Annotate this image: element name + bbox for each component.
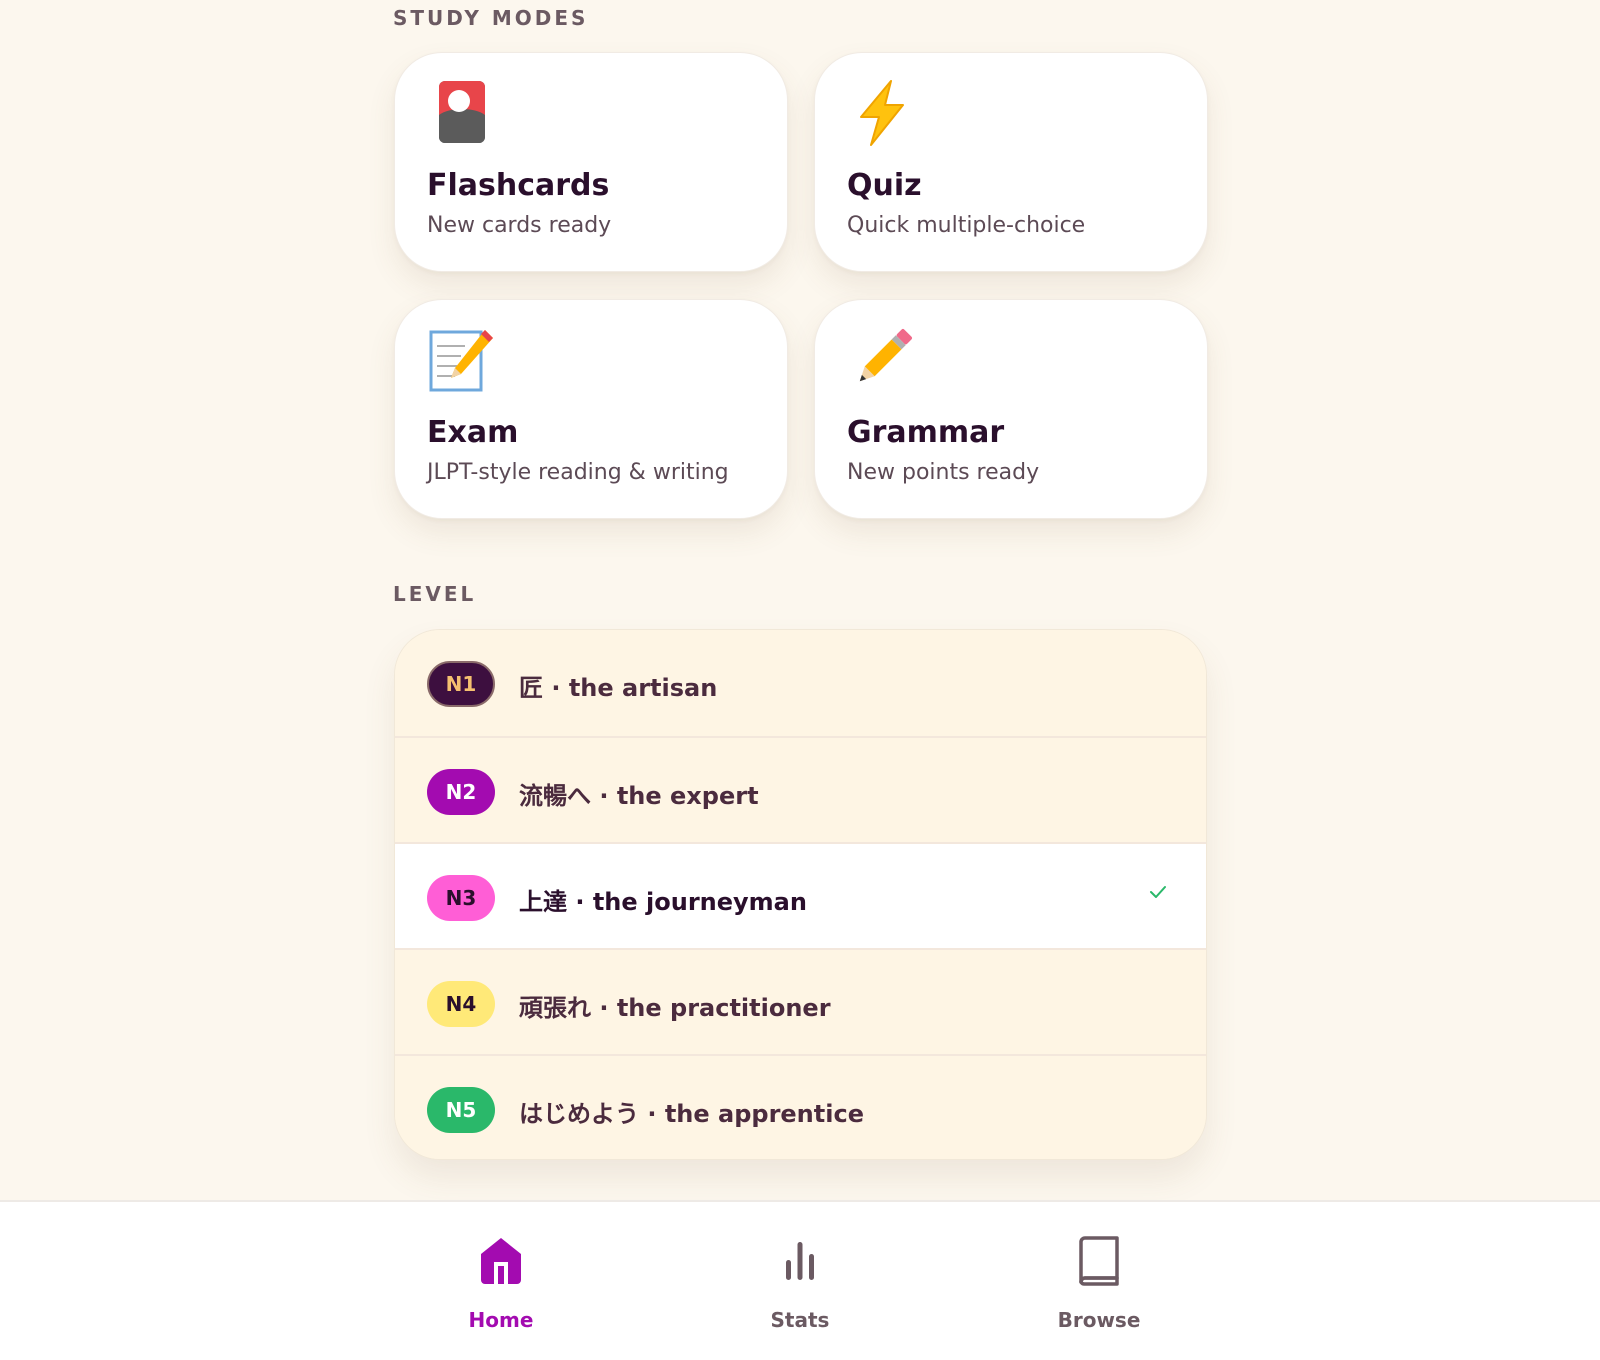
- level-badge: N5: [427, 1087, 495, 1133]
- level-list: N1 匠 · the artisan N2 流暢へ · the expert N…: [394, 629, 1207, 1160]
- level-badge: N3: [427, 875, 495, 921]
- bottom-nav: Home Stats Browse: [0, 1200, 1600, 1360]
- mode-title: Exam: [427, 415, 519, 450]
- memo-icon: [429, 330, 493, 392]
- nav-home[interactable]: Home: [431, 1232, 571, 1342]
- study-modes-heading: STUDY MODES: [393, 6, 589, 30]
- level-badge: N1: [427, 661, 495, 707]
- mode-subtitle: New cards ready: [427, 213, 612, 238]
- level-label: はじめよう · the apprentice: [519, 1100, 864, 1128]
- mode-title: Quiz: [847, 168, 922, 203]
- pencil-icon: [859, 329, 912, 382]
- check-icon: [1150, 886, 1166, 898]
- nav-label-home: Home: [468, 1308, 534, 1332]
- level-row-n2[interactable]: N2 流暢へ · the expert: [395, 736, 1206, 842]
- level-label: 流暢へ · the expert: [519, 782, 759, 810]
- nav-label-browse: Browse: [1057, 1308, 1141, 1332]
- bar-chart-icon: [786, 1242, 814, 1280]
- level-badge: N2: [427, 769, 495, 815]
- nav-label-stats: Stats: [770, 1308, 830, 1332]
- grammar-card[interactable]: Grammar New points ready: [814, 299, 1208, 519]
- exam-card[interactable]: Exam JLPT-style reading & writing: [394, 299, 788, 519]
- level-row-n5[interactable]: N5 はじめよう · the apprentice: [395, 1054, 1206, 1159]
- flashcards-card[interactable]: Flashcards New cards ready: [394, 52, 788, 272]
- mode-title: Flashcards: [427, 168, 610, 203]
- quiz-card[interactable]: Quiz Quick multiple-choice: [814, 52, 1208, 272]
- level-label: 頑張れ · the practitioner: [519, 994, 831, 1022]
- level-label: 上達 · the journeyman: [519, 888, 807, 916]
- level-badge: N4: [427, 981, 495, 1027]
- level-label: 匠 · the artisan: [519, 674, 718, 702]
- level-row-n3[interactable]: N3 上達 · the journeyman: [395, 842, 1206, 948]
- mode-subtitle: JLPT-style reading & writing: [427, 460, 729, 485]
- level-row-n4[interactable]: N4 頑張れ · the practitioner: [395, 948, 1206, 1054]
- nav-stats[interactable]: Stats: [730, 1232, 870, 1342]
- nav-browse[interactable]: Browse: [1029, 1232, 1169, 1342]
- mode-subtitle: Quick multiple-choice: [847, 213, 1086, 238]
- level-heading: LEVEL: [393, 582, 477, 606]
- level-row-n1[interactable]: N1 匠 · the artisan: [395, 630, 1206, 736]
- mode-title: Grammar: [847, 415, 1005, 450]
- home-icon: [481, 1238, 521, 1284]
- lightning-icon: [860, 80, 904, 146]
- flashcard-icon: [439, 81, 485, 143]
- mode-subtitle: New points ready: [847, 460, 1040, 485]
- book-icon: [1079, 1236, 1119, 1286]
